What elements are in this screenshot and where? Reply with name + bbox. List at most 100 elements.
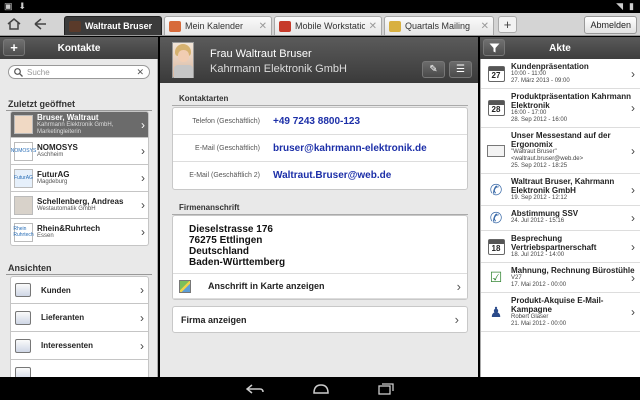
- email-icon: [487, 144, 505, 157]
- battery-icon: ▮: [629, 1, 634, 11]
- close-icon[interactable]: ✕: [259, 21, 267, 32]
- address-block: Dieselstrasse 176 76275 Ettlingen Deutsc…: [173, 216, 467, 274]
- chevron-right-icon: ›: [631, 270, 635, 285]
- contact-section-label: Kontaktarten: [179, 94, 229, 103]
- item-title: Abstimmung SSV: [511, 209, 579, 218]
- phone-value[interactable]: +49 7243 8800-123: [273, 116, 360, 127]
- email2-value[interactable]: Waltraut.Bruser@web.de: [273, 170, 391, 181]
- recent-apps-icon[interactable]: [378, 382, 394, 395]
- contact-sub: Kahrmann Elektronik GmbH,: [37, 122, 114, 128]
- filter-button[interactable]: [483, 39, 505, 56]
- chevron-right-icon: ›: [141, 225, 145, 239]
- calendar-icon: 27: [487, 65, 505, 82]
- clear-icon[interactable]: ✕: [136, 67, 144, 78]
- add-tab-button[interactable]: +: [498, 16, 517, 33]
- contact-item-schellenberg[interactable]: Schellenberg, Andreas Westautomatik GmbH…: [10, 192, 149, 219]
- firm-card: Firma anzeigen ›: [172, 306, 468, 333]
- file-item[interactable]: ✆ Abstimmung SSV 24. Jul 2012 - 15:16 ›: [481, 206, 640, 231]
- item-title: Waltraut Bruser, Kahrmann Elektronik Gmb…: [511, 177, 615, 195]
- plus-icon: +: [503, 17, 512, 32]
- view-item-lieferanten[interactable]: Lieferanten ›: [10, 304, 149, 332]
- close-icon[interactable]: ✕: [481, 21, 489, 32]
- contact-photo: [172, 42, 194, 78]
- menu-icon: ☰: [456, 64, 465, 75]
- contact-item-nomosys[interactable]: NOMOSYS NOMOSYS Aschheim ›: [10, 138, 149, 165]
- address-line: Dieselstrasse 176: [189, 224, 273, 235]
- list-view-icon: [15, 338, 31, 353]
- contact-item-futurag[interactable]: FuturAG FuturAG Magdeburg ›: [10, 165, 149, 192]
- contact-name: Rhein&Ruhrtech: [37, 224, 101, 233]
- chevron-right-icon: ›: [140, 338, 144, 353]
- tab-mailing[interactable]: Quartals Mailing ✕: [384, 16, 494, 35]
- contact-sub: Marketingleiterin: [37, 129, 82, 135]
- email2-row[interactable]: E-Mail (Geschäftlich 2) Waltraut.Bruser@…: [173, 162, 467, 189]
- search-input[interactable]: Suche ✕: [8, 65, 150, 79]
- field-label: E-Mail (Geschäftlich): [195, 144, 260, 152]
- file-item[interactable]: ✆ Waltraut Bruser, Kahrmann Elektronik G…: [481, 174, 640, 206]
- file-item[interactable]: 18 Besprechung Vertriebspartnerschaft 18…: [481, 231, 640, 263]
- calendar-icon: [169, 20, 181, 32]
- logout-button[interactable]: Abmelden: [584, 16, 637, 34]
- item-title: Kundenpräsentation: [511, 62, 589, 71]
- divider: [6, 274, 152, 275]
- contacts-title: Kontakte: [57, 42, 101, 54]
- rheinruhrtech-logo: Rhein Ruhrtech: [13, 222, 34, 242]
- chevron-right-icon: ›: [140, 283, 144, 297]
- home-nav-icon[interactable]: [312, 383, 330, 394]
- item-title: Unser Messestand auf der Ergonomix: [511, 131, 611, 149]
- file-item[interactable]: ☑ Mahnung, Rechnung Bürostühle V27 17. M…: [481, 263, 640, 293]
- tab-bar: Waltraut Bruser Mein Kalender ✕ Mobile W…: [0, 13, 640, 36]
- show-firm-button[interactable]: Firma anzeigen ›: [173, 307, 467, 332]
- contacts-panel: Suche ✕ Zuletzt geöffnet Bruser, Waltrau…: [0, 59, 158, 377]
- contact-item-rheinruhrtech[interactable]: Rhein Ruhrtech Rhein&Ruhrtech Essen ›: [10, 219, 149, 246]
- phone-row[interactable]: Telefon (Geschäftlich) +49 7243 8800-123: [173, 108, 467, 135]
- divider: [172, 105, 468, 106]
- home-button[interactable]: [3, 15, 25, 33]
- address-card: Dieselstrasse 176 76275 Ettlingen Deutsc…: [172, 215, 468, 300]
- tab-label: Mobile Workstation: [295, 21, 365, 31]
- calendar-icon: 18: [487, 238, 505, 255]
- file-item[interactable]: ♟ Produkt-Akquise E-Mail-Kampagne Robert…: [481, 293, 640, 332]
- tab-contact[interactable]: Waltraut Bruser: [64, 16, 162, 35]
- file-item[interactable]: Unser Messestand auf der Ergonomix "Walt…: [481, 128, 640, 174]
- view-item-interessenten[interactable]: Interessenten ›: [10, 332, 149, 360]
- list-view-icon: [15, 310, 31, 325]
- edit-button[interactable]: ✎: [422, 61, 445, 78]
- file-item[interactable]: 27 Kundenpräsentation 10:00 - 11:00 27. …: [481, 59, 640, 89]
- file-item[interactable]: 28 Produktpräsentation Kahrmann Elektron…: [481, 89, 640, 128]
- recent-label: Zuletzt geöffnet: [8, 99, 75, 109]
- contact-sub: Aschheim: [37, 152, 64, 158]
- chevron-right-icon: ›: [141, 117, 145, 132]
- status-icons-right: ◥ ▮: [616, 1, 634, 12]
- back-icon: [34, 18, 46, 30]
- back-button[interactable]: [29, 15, 51, 33]
- chevron-right-icon: ›: [454, 312, 459, 327]
- add-contact-button[interactable]: +: [3, 39, 25, 56]
- chevron-right-icon: ›: [631, 66, 635, 81]
- list-view-icon: [15, 283, 31, 297]
- search-icon: [14, 67, 23, 77]
- back-nav-icon[interactable]: [246, 383, 264, 394]
- item-title: Besprechung Vertriebspartnerschaft: [511, 234, 597, 252]
- file-panel: 27 Kundenpräsentation 10:00 - 11:00 27. …: [480, 59, 640, 377]
- mailing-icon: [389, 20, 401, 32]
- tab-calendar[interactable]: Mein Kalender ✕: [164, 16, 272, 35]
- nomosys-logo: NOMOSYS: [11, 141, 36, 161]
- show-map-button[interactable]: Anschrift in Karte anzeigen ›: [173, 274, 467, 299]
- calendar-icon: 28: [487, 100, 505, 116]
- person-icon: ♟: [489, 303, 503, 320]
- email-row[interactable]: E-Mail (Geschäftlich) bruser@kahrmann-el…: [173, 135, 467, 162]
- email-value[interactable]: bruser@kahrmann-elektronik.de: [273, 143, 427, 154]
- views-list: Kunden › Lieferanten › Interessenten ›: [10, 276, 149, 377]
- chevron-right-icon: ›: [141, 171, 145, 185]
- contact-sub: Magdeburg: [37, 179, 68, 185]
- view-label: Lieferanten: [41, 313, 85, 322]
- more-button[interactable]: ☰: [449, 61, 472, 78]
- wifi-icon: ◥: [616, 1, 624, 11]
- close-icon[interactable]: ✕: [369, 21, 377, 32]
- view-item-partial[interactable]: [10, 360, 149, 377]
- tab-workstation[interactable]: Mobile Workstation ✕: [274, 16, 382, 35]
- search-placeholder: Suche: [27, 67, 50, 77]
- contact-item-bruser[interactable]: Bruser, Waltraut Kahrmann Elektronik Gmb…: [10, 111, 149, 138]
- view-item-kunden[interactable]: Kunden ›: [10, 276, 149, 304]
